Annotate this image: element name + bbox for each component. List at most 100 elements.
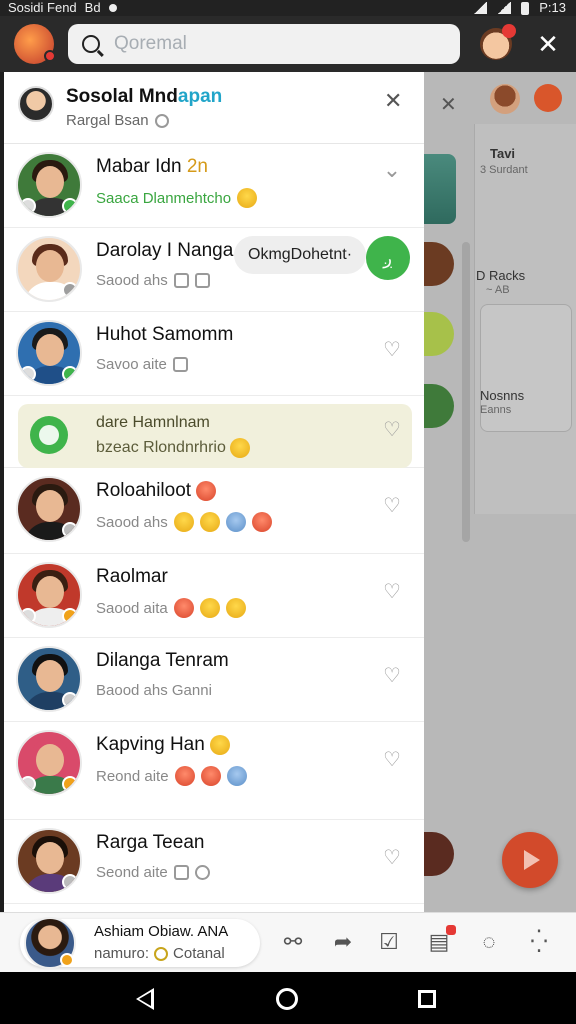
document-icon: [172, 357, 188, 372]
more-icon[interactable]: ⁛: [526, 929, 552, 955]
highlight-title: dare Hamnlnam: [96, 414, 210, 431]
share-icon[interactable]: ➦: [330, 929, 356, 955]
emoji-icon: [226, 766, 247, 786]
bottom-bar: Ashiam Obiaw. ANA namuro: Cotanal ⚯ ➦ ☑ ▤…: [0, 912, 576, 972]
recent-apps-icon[interactable]: [418, 990, 436, 1008]
heart-icon[interactable]: ♡: [380, 846, 404, 870]
avatar[interactable]: [16, 562, 82, 628]
list-item[interactable]: Dilanga Tenram Baood ahs Ganni ♡: [4, 638, 424, 722]
list-item[interactable]: Raolmar Saood aita ♡: [4, 554, 424, 638]
contact-name: Roloahiloot: [96, 480, 217, 502]
emoji-icon: [230, 438, 251, 458]
avatar[interactable]: [16, 646, 82, 712]
status-indicator: [62, 874, 78, 890]
close-icon[interactable]: ✕: [440, 92, 457, 117]
contact-name: Mabar Idn 2n: [96, 156, 208, 177]
contact-name: Kapving Han: [96, 734, 231, 756]
camera-icon: [173, 273, 189, 288]
avatar[interactable]: [424, 242, 454, 286]
system-nav-bar: [0, 972, 576, 1024]
contact-name: Darolay I Nanga: [96, 240, 234, 261]
contact-meta: Saaca Dlanmehtcho: [96, 188, 258, 208]
emoji-icon: [173, 598, 194, 618]
notes-icon[interactable]: ▤: [426, 925, 456, 955]
heart-icon[interactable]: ♡: [380, 748, 404, 772]
emoji-icon: [174, 766, 195, 786]
emoji-icon: [199, 598, 220, 618]
heart-icon[interactable]: ♡: [380, 580, 404, 604]
close-icon[interactable]: ✕: [384, 88, 402, 114]
document-icon: [173, 865, 189, 880]
contact-name: Huhot Samomm: [96, 324, 234, 345]
link-icon[interactable]: ⚯: [280, 929, 306, 955]
highlight-card[interactable]: dare Hamnlnam bzeac Rlondnrhrio: [18, 404, 412, 468]
heart-icon[interactable]: ♡: [380, 664, 404, 688]
back-icon[interactable]: [136, 988, 154, 1010]
app-icon: [30, 416, 68, 454]
edit-icon[interactable]: ☑: [376, 929, 402, 955]
background-pane: ✕ Tavi 3 Surdant D Racks ~ AB Nosnns Ean…: [424, 72, 576, 912]
list-item[interactable]: Kapving Han Reond aite ♡: [4, 722, 424, 820]
search-icon: [82, 35, 100, 53]
avatar[interactable]: [424, 384, 454, 428]
status-indicator: [20, 366, 36, 382]
status-icon: [154, 946, 169, 961]
contacts-panel: Sosolal Mndapan Rargal Bsan ✕ Mabar Idn …: [4, 72, 424, 912]
contact-meta: Reond aite: [96, 766, 247, 786]
avatar[interactable]: [24, 917, 76, 969]
contact-meta: Saood ahs: [96, 512, 272, 532]
panel-title: Sosolal Mndapan: [66, 86, 223, 107]
list-item[interactable]: Mabar Idn 2n Saaca Dlanmehtcho ⌄: [4, 144, 424, 228]
avatar[interactable]: [18, 86, 54, 122]
panel-header: Sosolal Mndapan Rargal Bsan ✕: [4, 72, 424, 144]
message-preview[interactable]: OkmgDohetnt·: [234, 236, 367, 274]
current-user-card[interactable]: Ashiam Obiaw. ANA namuro: Cotanal: [20, 917, 260, 969]
app-avatar[interactable]: [14, 24, 56, 64]
avatar[interactable]: [16, 476, 82, 542]
user-name: Ashiam Obiaw. ANA: [94, 923, 229, 940]
close-icon[interactable]: ✕: [534, 30, 562, 58]
list-item[interactable]: Rarga Teean Seond aite ♡: [4, 820, 424, 904]
list-item[interactable]: Huhot Samomm Savoo aite ♡: [4, 312, 424, 396]
side-label: D Racks: [476, 268, 526, 283]
avatar[interactable]: [16, 152, 82, 218]
notification-icon[interactable]: [534, 84, 562, 112]
contact-name: Raolmar: [96, 566, 168, 587]
search-bar[interactable]: [68, 24, 460, 64]
heart-icon[interactable]: ♡: [380, 494, 404, 518]
clock-icon: [154, 113, 169, 128]
side-subtitle: 3 Surdant: [480, 164, 528, 176]
avatar[interactable]: [16, 236, 82, 302]
chat-bubble-icon[interactable]: ږ: [366, 236, 410, 280]
heart-icon[interactable]: ♡: [380, 418, 404, 442]
avatar[interactable]: [16, 320, 82, 386]
emoji-icon: [199, 512, 220, 532]
list-item[interactable]: Darolay I Nanga Saood ahs OkmgDohetnt· ږ: [4, 228, 424, 312]
search-input[interactable]: [114, 33, 414, 55]
highlighted-item[interactable]: dare Hamnlnam bzeac Rlondnrhrio ♡: [4, 396, 424, 468]
heart-icon[interactable]: ♡: [380, 338, 404, 362]
thumbnail-image[interactable]: [424, 154, 456, 224]
emoji-icon: [196, 480, 217, 501]
notification-badge: [446, 925, 456, 935]
play-button[interactable]: [502, 832, 558, 888]
status-indicator: [62, 366, 78, 382]
status-indicator: [62, 282, 78, 298]
chevron-down-icon[interactable]: ⌄: [380, 158, 404, 182]
avatar[interactable]: [16, 730, 82, 796]
list-item[interactable]: Roloahiloot Saood ahs ♡: [4, 468, 424, 554]
side-sublabel: ~ AB: [486, 284, 510, 296]
emoji-icon: [200, 766, 221, 786]
side-card-title: Nosnns: [480, 388, 525, 403]
scrollbar[interactable]: [462, 242, 470, 542]
avatar[interactable]: [490, 84, 520, 114]
contact-meta: Savoo aite: [96, 356, 188, 373]
avatar[interactable]: [424, 312, 454, 356]
chat-icon[interactable]: ◌: [476, 929, 502, 955]
home-icon[interactable]: [276, 988, 298, 1010]
avatar[interactable]: [424, 832, 454, 876]
status-indicator: [62, 776, 78, 792]
avatar[interactable]: [16, 828, 82, 894]
profile-avatar[interactable]: [480, 24, 516, 60]
emoji-icon: [225, 512, 246, 532]
